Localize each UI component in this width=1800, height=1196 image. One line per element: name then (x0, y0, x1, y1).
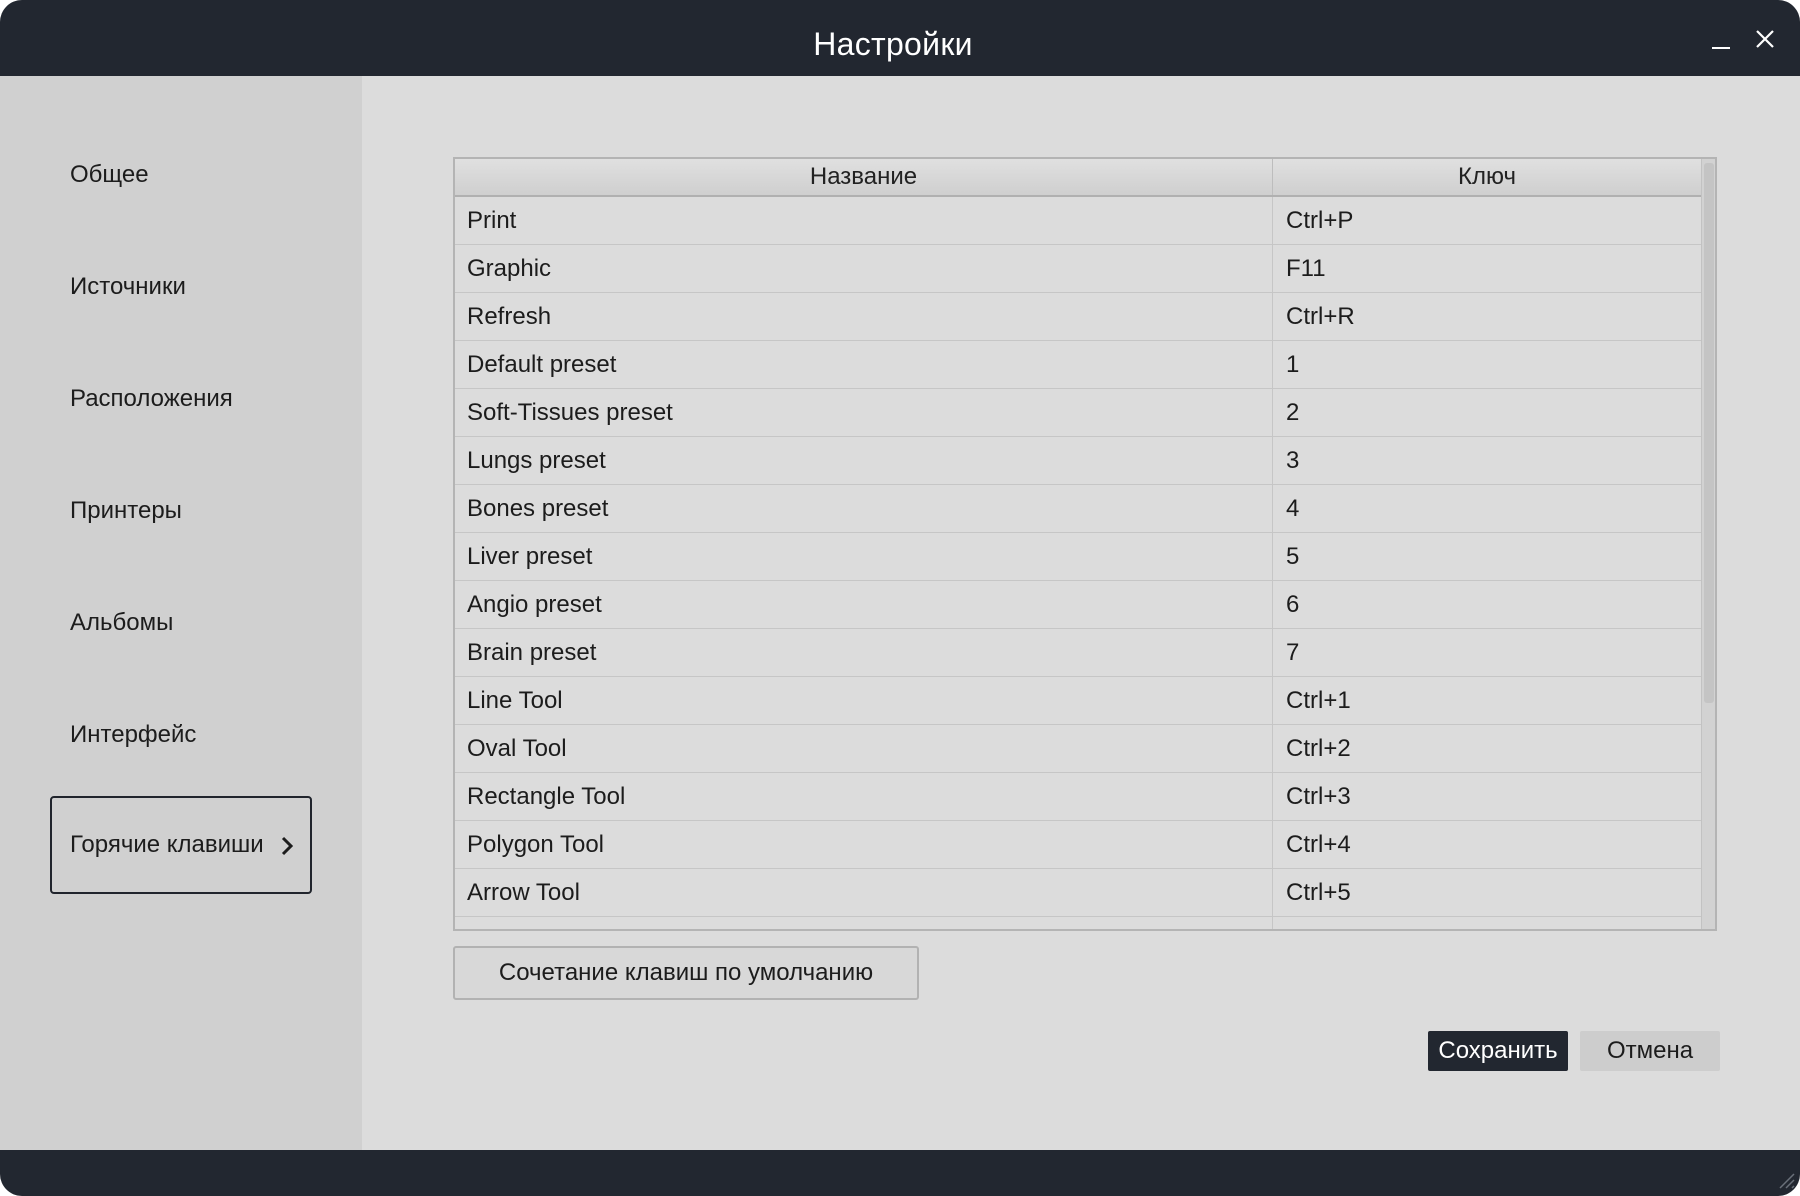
save-button[interactable]: Сохранить (1428, 1031, 1568, 1071)
shortcut-name-cell: Refresh (455, 293, 1273, 340)
resize-grip-icon[interactable] (1774, 1168, 1796, 1190)
table-row[interactable]: Angio preset 6 (455, 581, 1701, 629)
sidebar-item-printers[interactable]: Принтеры (50, 462, 312, 560)
sidebar-item-interface[interactable]: Интерфейс (50, 686, 312, 784)
scrollbar-thumb[interactable] (1704, 163, 1714, 703)
table-row[interactable]: Brain preset 7 (455, 629, 1701, 677)
shortcut-key-cell[interactable]: Ctrl+R (1273, 293, 1696, 340)
table-row[interactable]: Oval Tool Ctrl+2 (455, 725, 1701, 773)
table-header: Название Ключ (455, 159, 1701, 197)
shortcut-name-cell: Lungs preset (455, 437, 1273, 484)
shortcut-key-cell[interactable]: 5 (1273, 533, 1696, 580)
shortcut-key-cell[interactable]: 2 (1273, 389, 1696, 436)
shortcut-key-cell[interactable]: 7 (1273, 629, 1696, 676)
sidebar-item-label: Альбомы (70, 609, 174, 636)
table-row[interactable]: Graphic F11 (455, 245, 1701, 293)
table-row[interactable]: Rectangle Tool Ctrl+3 (455, 773, 1701, 821)
shortcut-name-cell: Graphic (455, 245, 1273, 292)
shortcut-key-cell[interactable]: Ctrl+6 (1273, 917, 1696, 929)
shortcut-key-cell[interactable]: 6 (1273, 581, 1696, 628)
close-icon (1756, 30, 1774, 48)
table-row[interactable]: Polygon Tool Ctrl+4 (455, 821, 1701, 869)
shortcut-key-cell[interactable]: Ctrl+1 (1273, 677, 1696, 724)
shortcut-key-cell[interactable]: 4 (1273, 485, 1696, 532)
shortcut-key-cell[interactable]: Ctrl+2 (1273, 725, 1696, 772)
title-bar: Настройки (0, 0, 1800, 76)
shortcut-key-cell[interactable]: Ctrl+5 (1273, 869, 1696, 916)
shortcut-key-cell[interactable]: 1 (1273, 341, 1696, 388)
shortcut-name-cell: Bones preset (455, 485, 1273, 532)
shortcut-name-cell: Default preset (455, 341, 1273, 388)
settings-window: Настройки Общее Источники Расположения П… (0, 0, 1800, 1196)
table-row[interactable]: Lungs preset 3 (455, 437, 1701, 485)
settings-sidebar: Общее Источники Расположения Принтеры Ал… (0, 76, 362, 1150)
table-body: Print Ctrl+P Graphic F11 Refresh Ctrl+R Defaul… (455, 197, 1701, 929)
chevron-right-icon (281, 836, 294, 856)
sidebar-item-sources[interactable]: Источники (50, 238, 312, 336)
shortcut-key-cell[interactable]: 3 (1273, 437, 1696, 484)
shortcut-name-cell: Soft-Tissues preset (455, 389, 1273, 436)
shortcut-name-cell: Polygon Tool (455, 821, 1273, 868)
window-title: Настройки (813, 26, 973, 62)
cancel-button[interactable]: Отмена (1580, 1031, 1720, 1071)
sidebar-item-albums[interactable]: Альбомы (50, 574, 312, 672)
shortcut-name-cell: Angio preset (455, 581, 1273, 628)
default-shortcuts-button[interactable]: Сочетание клавиш по умолчанию (453, 946, 919, 1000)
sidebar-item-label: Расположения (70, 385, 233, 412)
sidebar-item-label: Интерфейс (70, 721, 197, 748)
shortcut-name-cell: Print (455, 197, 1273, 244)
sidebar-item-label: Источники (70, 273, 186, 300)
minimize-button[interactable] (1706, 24, 1736, 54)
shortcut-name-cell: Point Tool (455, 917, 1273, 929)
shortcut-name-cell: Oval Tool (455, 725, 1273, 772)
shortcut-name-cell: Arrow Tool (455, 869, 1273, 916)
shortcut-key-cell[interactable]: Ctrl+P (1273, 197, 1696, 244)
table-row[interactable]: Print Ctrl+P (455, 197, 1701, 245)
shortcut-key-cell[interactable]: Ctrl+3 (1273, 773, 1696, 820)
table-row[interactable]: Line Tool Ctrl+1 (455, 677, 1701, 725)
table-row[interactable]: Soft-Tissues preset 2 (455, 389, 1701, 437)
sidebar-item-label: Горячие клавиши (70, 831, 264, 858)
table-row[interactable]: Refresh Ctrl+R (455, 293, 1701, 341)
close-button[interactable] (1748, 22, 1782, 56)
table-row[interactable]: Bones preset 4 (455, 485, 1701, 533)
sidebar-item-label: Общее (70, 161, 149, 188)
shortcut-name-cell: Line Tool (455, 677, 1273, 724)
table-scrollbar[interactable] (1701, 159, 1715, 929)
shortcut-name-cell: Liver preset (455, 533, 1273, 580)
shortcut-name-cell: Brain preset (455, 629, 1273, 676)
sidebar-item-hotkeys[interactable]: Горячие клавиши (50, 796, 312, 894)
shortcut-name-cell: Rectangle Tool (455, 773, 1273, 820)
sidebar-item-general[interactable]: Общее (50, 126, 312, 224)
settings-content: Название Ключ Print Ctrl+P Graphic F11 Refre… (362, 76, 1800, 1150)
sidebar-item-label: Принтеры (70, 497, 182, 524)
table-row[interactable]: Default preset 1 (455, 341, 1701, 389)
shortcut-key-cell[interactable]: F11 (1273, 245, 1696, 292)
shortcut-key-cell[interactable]: Ctrl+4 (1273, 821, 1696, 868)
column-header-key[interactable]: Ключ (1273, 159, 1701, 195)
status-bar (0, 1150, 1800, 1196)
minimize-icon (1712, 47, 1730, 49)
table-row[interactable]: Liver preset 5 (455, 533, 1701, 581)
shortcuts-table: Название Ключ Print Ctrl+P Graphic F11 Refre… (453, 157, 1717, 931)
table-row[interactable]: Point ToolCtrl+6 (455, 917, 1701, 929)
sidebar-item-locations[interactable]: Расположения (50, 350, 312, 448)
column-header-name[interactable]: Название (455, 159, 1273, 195)
table-row[interactable]: Arrow Tool Ctrl+5 (455, 869, 1701, 917)
